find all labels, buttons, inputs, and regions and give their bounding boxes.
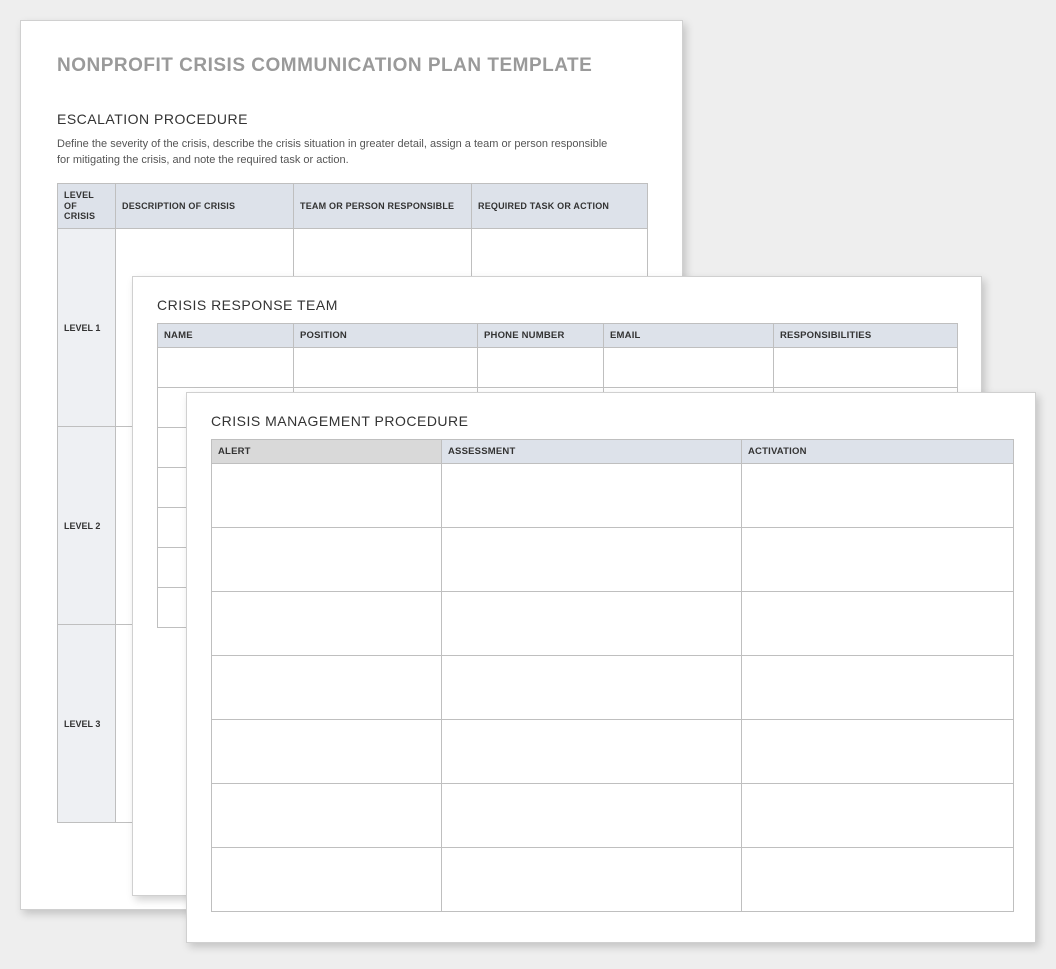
table-row xyxy=(212,720,1014,784)
col-header-task: REQUIRED TASK OR ACTION xyxy=(472,183,648,228)
level-cell: LEVEL 3 xyxy=(58,625,116,823)
table-row xyxy=(212,464,1014,528)
table-row xyxy=(212,656,1014,720)
col-header-assess: ASSESSMENT xyxy=(442,440,742,464)
crisis-procedure-table: ALERT ASSESSMENT ACTIVATION xyxy=(211,439,1014,912)
col-header-position: POSITION xyxy=(294,324,478,348)
col-header-activate: ACTIVATION xyxy=(742,440,1014,464)
col-header-desc: DESCRIPTION OF CRISIS xyxy=(116,183,294,228)
col-header-phone: PHONE NUMBER xyxy=(478,324,604,348)
table-header-row: NAME POSITION PHONE NUMBER EMAIL RESPONS… xyxy=(158,324,958,348)
escalation-section-title: ESCALATION PROCEDURE xyxy=(57,111,646,127)
document-title: NONPROFIT CRISIS COMMUNICATION PLAN TEMP… xyxy=(57,55,646,77)
table-header-row: LEVEL OF CRISIS DESCRIPTION OF CRISIS TE… xyxy=(58,183,648,228)
level-cell: LEVEL 1 xyxy=(58,229,116,427)
escalation-section-desc: Define the severity of the crisis, descr… xyxy=(57,137,617,169)
level-cell: LEVEL 2 xyxy=(58,427,116,625)
crisis-procedure-section-title: CRISIS MANAGEMENT PROCEDURE xyxy=(211,413,1011,429)
crisis-team-section-title: CRISIS RESPONSE TEAM xyxy=(157,297,957,313)
table-row xyxy=(212,528,1014,592)
col-header-team: TEAM OR PERSON RESPONSIBLE xyxy=(294,183,472,228)
table-row xyxy=(212,784,1014,848)
col-header-alert: ALERT xyxy=(212,440,442,464)
col-header-email: EMAIL xyxy=(604,324,774,348)
table-row xyxy=(212,848,1014,912)
col-header-name: NAME xyxy=(158,324,294,348)
table-row xyxy=(212,592,1014,656)
col-header-resp: RESPONSIBILITIES xyxy=(774,324,958,348)
col-header-level: LEVEL OF CRISIS xyxy=(58,183,116,228)
table-header-row: ALERT ASSESSMENT ACTIVATION xyxy=(212,440,1014,464)
template-page-3: CRISIS MANAGEMENT PROCEDURE ALERT ASSESS… xyxy=(186,392,1036,943)
table-row xyxy=(158,348,958,388)
